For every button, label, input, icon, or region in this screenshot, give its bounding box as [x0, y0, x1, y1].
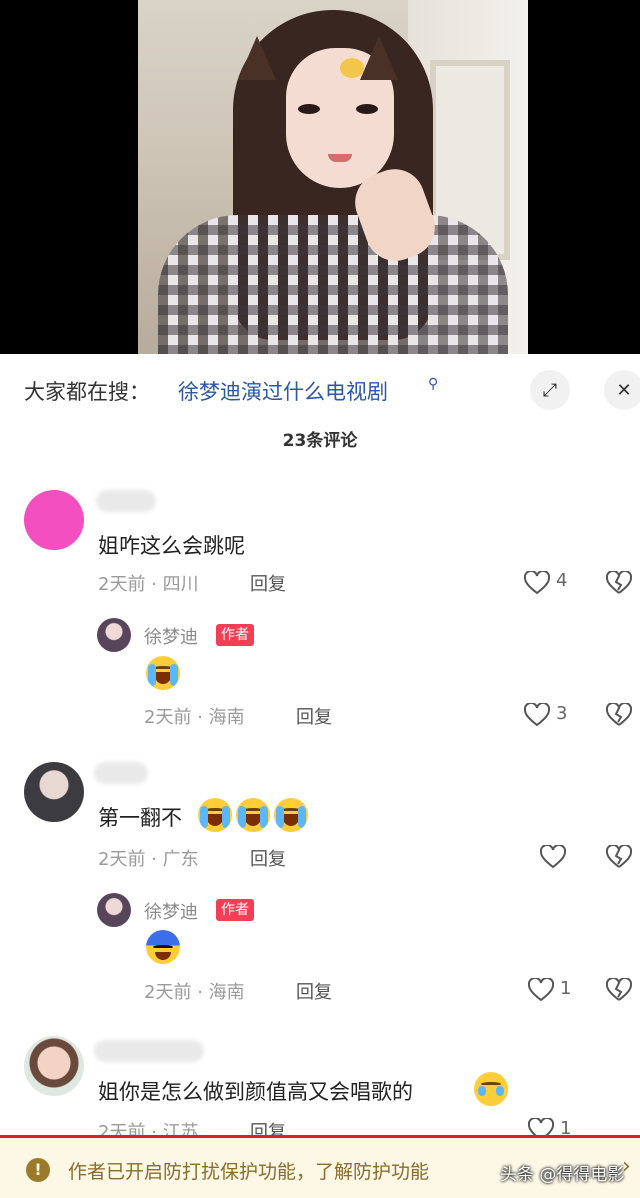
reply-time: 2天前 [144, 982, 192, 1003]
video-player[interactable] [0, 0, 640, 354]
watermark: 头条 @得得电影 [500, 1165, 625, 1185]
comment-count: 23条评论 [282, 431, 358, 451]
reply-location: 海南 [208, 707, 245, 728]
warning-icon: ! [26, 1158, 50, 1182]
separator: · [197, 982, 203, 1003]
like-count: 1 [560, 978, 572, 999]
broken-heart-icon[interactable] [606, 845, 632, 869]
comment-time: 2天前 [98, 574, 146, 595]
comment-text: 第一翻不 [98, 806, 182, 830]
broken-heart-icon[interactable] [606, 703, 632, 727]
comment-location: 四川 [162, 574, 199, 595]
broken-heart-icon[interactable] [606, 978, 632, 1002]
blurred-username [96, 490, 156, 512]
comment-text: 姐咋这么会跳呢 [98, 534, 245, 558]
search-icon[interactable]: ⚲ [428, 376, 438, 392]
separator: · [151, 574, 157, 595]
loudly-crying-face-icon [146, 656, 180, 690]
heart-icon[interactable] [528, 978, 554, 1002]
loudly-crying-face-icon [236, 798, 270, 832]
protection-notice-text[interactable]: 作者已开启防打扰保护功能，了解防护功能 [68, 1157, 429, 1184]
blurred-username [94, 1040, 204, 1062]
loudly-crying-face-icon [198, 798, 232, 832]
reply-button[interactable]: 回复 [296, 978, 332, 1004]
comment-text: 姐你是怎么做到颜值高又会唱歌的 [98, 1080, 413, 1104]
reply-button[interactable]: 回复 [250, 570, 286, 596]
close-icon[interactable]: ✕ [604, 370, 640, 410]
avatar[interactable] [24, 490, 84, 550]
broken-heart-icon[interactable] [606, 571, 632, 595]
reply-meta: 2天前 · 海南 [144, 703, 245, 729]
search-suggestion-link[interactable]: 徐梦迪演过什么电视剧 [178, 376, 388, 406]
chevron-right-icon[interactable]: › [622, 1154, 631, 1179]
heart-icon[interactable] [524, 571, 550, 595]
reply-button[interactable]: 回复 [250, 845, 286, 871]
author-avatar[interactable] [97, 893, 131, 927]
like-count: 4 [556, 570, 568, 591]
comment-meta: 2天前 · 四川 [98, 570, 199, 596]
heart-icon[interactable] [524, 703, 550, 727]
blurred-username [94, 762, 148, 784]
like-count: 3 [556, 703, 568, 724]
author-badge: 作者 [216, 624, 254, 646]
author-badge: 作者 [216, 899, 254, 921]
search-suggestion-row: 大家都在搜： 徐梦迪演过什么电视剧 ⚲ ⤢ ✕ [0, 362, 640, 418]
author-avatar[interactable] [97, 618, 131, 652]
comment-time: 2天前 [98, 849, 146, 870]
expand-icon[interactable]: ⤢ [530, 370, 570, 410]
reply-time: 2天前 [144, 707, 192, 728]
reply-location: 海南 [208, 982, 245, 1003]
separator: · [151, 849, 157, 870]
author-name[interactable]: 徐梦迪 [144, 623, 198, 649]
avatar[interactable] [24, 1036, 84, 1096]
reply-meta: 2天前 · 海南 [144, 978, 245, 1004]
search-label: 大家都在搜： [24, 380, 150, 404]
video-frame [138, 0, 528, 354]
comment-meta: 2天前 · 广东 [98, 845, 199, 871]
avatar[interactable] [24, 762, 84, 822]
separator: · [197, 707, 203, 728]
protection-notice-bar[interactable]: ! 作者已开启防打扰保护功能，了解防护功能 头条 @得得电影 › [0, 1135, 640, 1198]
heart-icon[interactable] [540, 845, 566, 869]
reply-button[interactable]: 回复 [296, 703, 332, 729]
comment-location: 广东 [162, 849, 199, 870]
pleading-face-icon [474, 1072, 508, 1106]
scared-blue-face-icon [146, 930, 180, 964]
author-name[interactable]: 徐梦迪 [144, 898, 198, 924]
loudly-crying-face-icon [274, 798, 308, 832]
